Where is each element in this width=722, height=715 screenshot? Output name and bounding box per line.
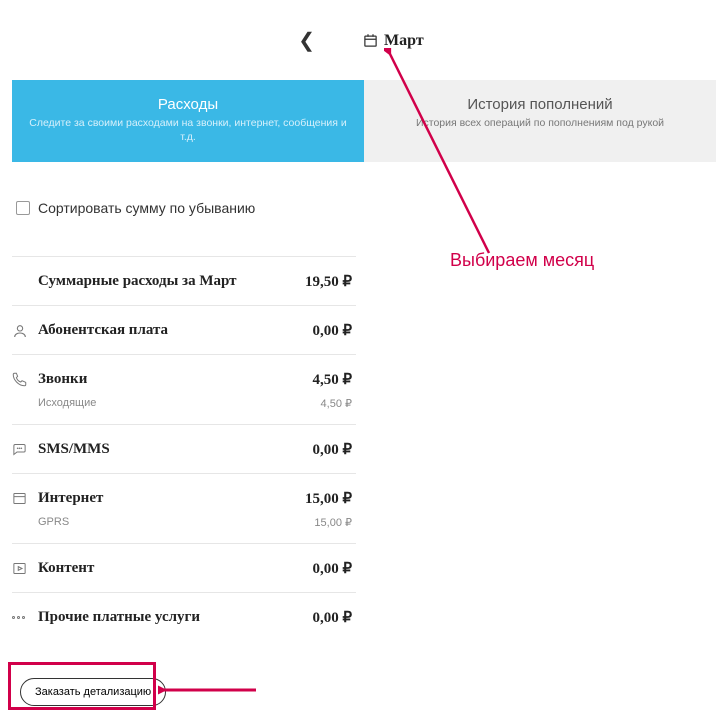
content-label: Контент [38,560,312,577]
phone-icon [12,372,38,387]
tab-expenses[interactable]: Расходы Следите за своими расходами на з… [12,80,364,162]
user-icon [12,323,38,339]
summary-label: Суммарные расходы за Март [38,273,305,290]
internet-sub-value: 15,00 ₽ [314,516,352,529]
month-picker: ❮ Март [0,28,722,53]
tabs: Расходы Следите за своими расходами на з… [12,80,716,162]
internet-sub-label: GPRS [38,516,314,529]
calls-sub-label: Исходящие [38,397,321,410]
row-summary: Суммарные расходы за Март 19,50 ₽ [12,256,356,305]
internet-label: Интернет [38,490,305,507]
other-value: 0,00 ₽ [312,608,352,627]
month-prev-button[interactable]: ❮ [298,28,315,53]
message-icon [12,442,38,457]
subscription-value: 0,00 ₽ [312,321,352,340]
checkbox-box [16,201,30,215]
annotation-arrow-left-icon [158,680,258,700]
row-subscription[interactable]: Абонентская плата 0,00 ₽ [12,305,356,354]
row-calls[interactable]: Звонки 4,50 ₽ [12,354,356,403]
row-internet[interactable]: Интернет 15,00 ₽ [12,473,356,522]
sms-value: 0,00 ₽ [312,440,352,459]
subrow-calls: Исходящие 4,50 ₽ [12,397,356,424]
internet-value: 15,00 ₽ [305,489,352,508]
content-value: 0,00 ₽ [312,559,352,578]
sms-label: SMS/MMS [38,441,312,458]
subrow-internet: GPRS 15,00 ₽ [12,516,356,543]
row-content[interactable]: Контент 0,00 ₽ [12,543,356,592]
other-label: Прочие платные услуги [38,609,312,626]
month-label: Март [384,32,424,50]
month-select[interactable]: Март [363,32,424,50]
annotation-arrow-diagonal-icon [384,48,544,268]
summary-value: 19,50 ₽ [305,272,352,291]
sort-label: Сортировать сумму по убыванию [38,200,255,216]
calendar-icon [363,33,378,48]
subscription-label: Абонентская плата [38,322,312,339]
row-sms[interactable]: SMS/MMS 0,00 ₽ [12,424,356,473]
expense-list: Суммарные расходы за Март 19,50 ₽ Абонен… [12,256,356,641]
browser-icon [12,491,38,506]
sort-checkbox[interactable]: Сортировать сумму по убыванию [16,200,255,216]
calls-value: 4,50 ₽ [312,370,352,389]
tab-expenses-subtitle: Следите за своими расходами на звонки, и… [22,117,354,144]
row-other[interactable]: Прочие платные услуги 0,00 ₽ [12,592,356,641]
annotation-text: Выбираем месяц [450,250,594,271]
calls-sub-value: 4,50 ₽ [321,397,352,410]
dots-icon [12,616,38,619]
annotation-highlight-box [8,662,156,710]
play-icon [12,561,38,576]
tab-expenses-title: Расходы [22,96,354,113]
calls-label: Звонки [38,371,312,388]
